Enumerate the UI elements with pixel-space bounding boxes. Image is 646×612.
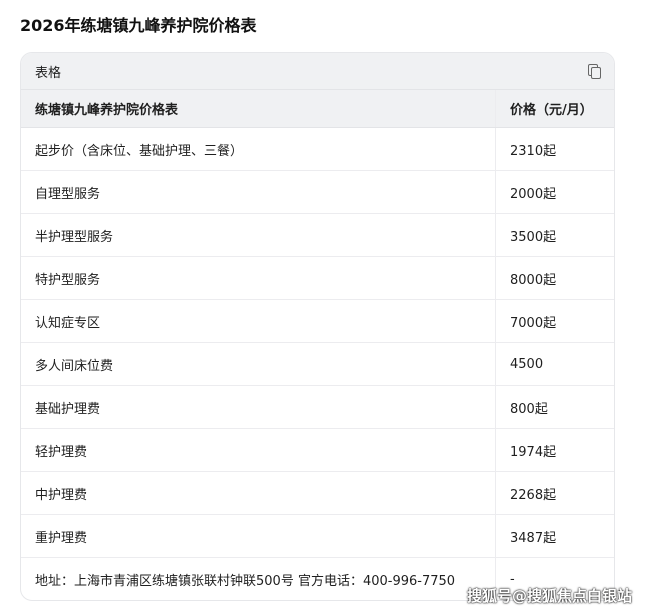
copy-icon[interactable] xyxy=(588,64,601,79)
price-cell: 4500 xyxy=(495,342,614,386)
item-cell: 重护理费 xyxy=(21,514,496,558)
item-cell: 认知症专区 xyxy=(21,299,496,343)
table-card-header: 表格 xyxy=(21,53,614,90)
item-cell: 特护型服务 xyxy=(21,256,496,300)
table-row: 重护理费 3487起 xyxy=(21,514,614,558)
item-cell: 基础护理费 xyxy=(21,385,496,429)
table-label: 表格 xyxy=(35,65,62,81)
item-cell: 起步价（含床位、基础护理、三餐） xyxy=(21,127,496,171)
table-row: 特护型服务 8000起 xyxy=(21,256,614,300)
table-card: 表格 练塘镇九峰养护院价格表 价格（元/月） 起步价（含床位、基础护理、三餐） 2… xyxy=(20,52,615,601)
table-row: 中护理费 2268起 xyxy=(21,471,614,515)
price-cell: 2310起 xyxy=(495,127,614,171)
table-row: 轻护理费 1974起 xyxy=(21,428,614,472)
table-row: 基础护理费 800起 xyxy=(21,385,614,429)
item-cell: 轻护理费 xyxy=(21,428,496,472)
item-cell: 半护理型服务 xyxy=(21,213,496,257)
price-cell: 3500起 xyxy=(495,213,614,257)
column-header-price: 价格（元/月） xyxy=(495,90,614,128)
item-cell: 多人间床位费 xyxy=(21,342,496,386)
table-row: 起步价（含床位、基础护理、三餐） 2310起 xyxy=(21,127,614,171)
price-cell: 2000起 xyxy=(495,170,614,214)
price-cell: 1974起 xyxy=(495,428,614,472)
table-row: 认知症专区 7000起 xyxy=(21,299,614,343)
table-header-row: 练塘镇九峰养护院价格表 价格（元/月） xyxy=(21,90,614,128)
watermark: 搜狐号@搜狐焦点白银站 xyxy=(466,587,632,605)
table-row: 半护理型服务 3500起 xyxy=(21,213,614,257)
item-cell: 中护理费 xyxy=(21,471,496,515)
price-cell: 7000起 xyxy=(495,299,614,343)
table-row: 自理型服务 2000起 xyxy=(21,170,614,214)
column-header-item: 练塘镇九峰养护院价格表 xyxy=(21,90,496,128)
price-cell: 2268起 xyxy=(495,471,614,515)
item-cell: 自理型服务 xyxy=(21,170,496,214)
price-table: 练塘镇九峰养护院价格表 价格（元/月） 起步价（含床位、基础护理、三餐） 2310… xyxy=(21,90,614,600)
price-cell: 8000起 xyxy=(495,256,614,300)
page-title: 2026年练塘镇九峰养护院价格表 xyxy=(20,16,257,35)
item-cell: 地址：上海市青浦区练塘镇张联村钟联500号 官方电话：400-996-7750 xyxy=(21,557,496,600)
price-cell: 800起 xyxy=(495,385,614,429)
table-row: 多人间床位费 4500 xyxy=(21,342,614,386)
price-cell: 3487起 xyxy=(495,514,614,558)
